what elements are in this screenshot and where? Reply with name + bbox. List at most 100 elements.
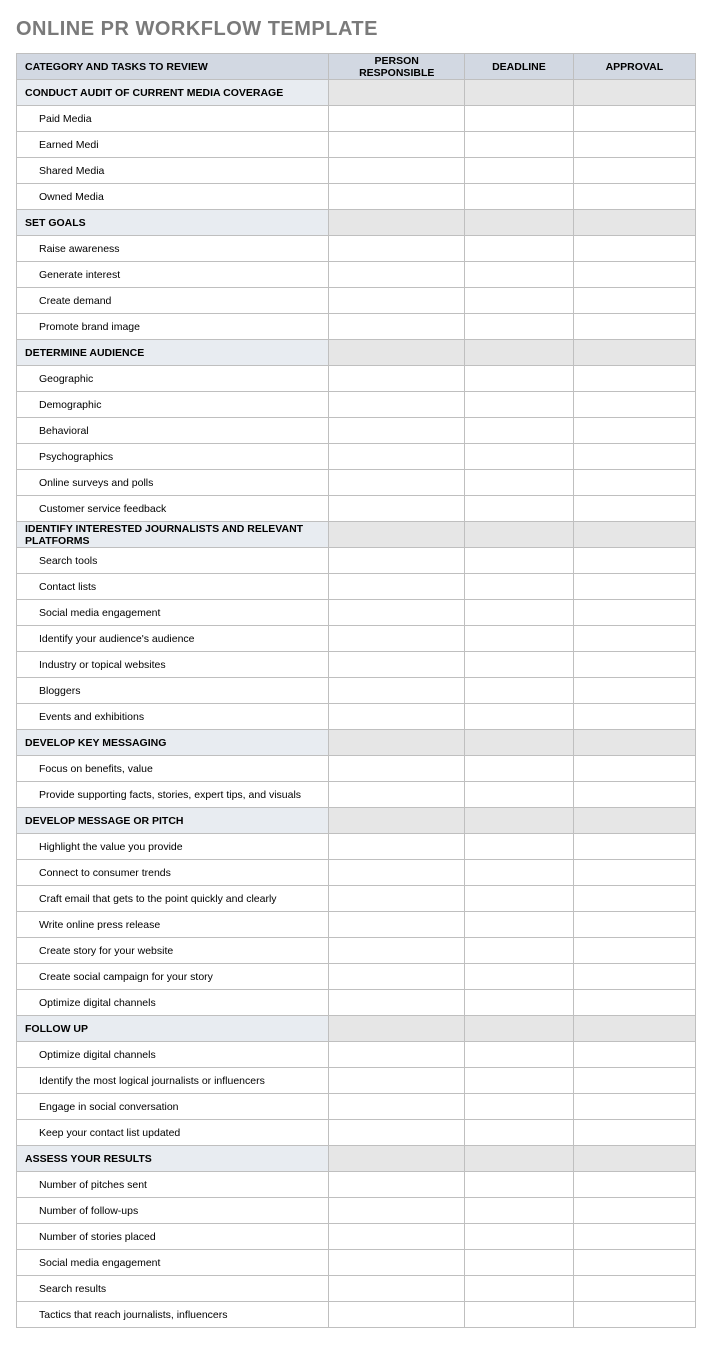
task-blank-cell[interactable] (465, 756, 574, 782)
task-blank-cell[interactable] (465, 938, 574, 964)
task-blank-cell[interactable] (329, 652, 465, 678)
task-blank-cell[interactable] (329, 964, 465, 990)
task-blank-cell[interactable] (573, 392, 695, 418)
task-blank-cell[interactable] (573, 964, 695, 990)
task-blank-cell[interactable] (329, 1068, 465, 1094)
task-blank-cell[interactable] (465, 574, 574, 600)
task-blank-cell[interactable] (465, 704, 574, 730)
task-blank-cell[interactable] (465, 912, 574, 938)
task-blank-cell[interactable] (329, 626, 465, 652)
task-blank-cell[interactable] (573, 1172, 695, 1198)
task-blank-cell[interactable] (573, 1224, 695, 1250)
task-blank-cell[interactable] (329, 366, 465, 392)
task-blank-cell[interactable] (573, 158, 695, 184)
task-blank-cell[interactable] (465, 184, 574, 210)
task-blank-cell[interactable] (573, 678, 695, 704)
task-blank-cell[interactable] (465, 1224, 574, 1250)
task-blank-cell[interactable] (573, 782, 695, 808)
task-blank-cell[interactable] (573, 626, 695, 652)
task-blank-cell[interactable] (329, 834, 465, 860)
task-blank-cell[interactable] (465, 626, 574, 652)
task-blank-cell[interactable] (465, 1276, 574, 1302)
task-blank-cell[interactable] (329, 990, 465, 1016)
task-blank-cell[interactable] (465, 1302, 574, 1328)
task-blank-cell[interactable] (465, 132, 574, 158)
task-blank-cell[interactable] (573, 990, 695, 1016)
task-blank-cell[interactable] (465, 158, 574, 184)
task-blank-cell[interactable] (329, 496, 465, 522)
task-blank-cell[interactable] (329, 1224, 465, 1250)
task-blank-cell[interactable] (573, 1042, 695, 1068)
task-blank-cell[interactable] (329, 106, 465, 132)
task-blank-cell[interactable] (329, 444, 465, 470)
task-blank-cell[interactable] (465, 834, 574, 860)
task-blank-cell[interactable] (573, 756, 695, 782)
task-blank-cell[interactable] (573, 704, 695, 730)
task-blank-cell[interactable] (465, 470, 574, 496)
task-blank-cell[interactable] (465, 782, 574, 808)
task-blank-cell[interactable] (329, 262, 465, 288)
task-blank-cell[interactable] (573, 600, 695, 626)
task-blank-cell[interactable] (465, 314, 574, 340)
task-blank-cell[interactable] (465, 860, 574, 886)
task-blank-cell[interactable] (329, 1250, 465, 1276)
task-blank-cell[interactable] (329, 236, 465, 262)
task-blank-cell[interactable] (573, 418, 695, 444)
task-blank-cell[interactable] (573, 366, 695, 392)
task-blank-cell[interactable] (465, 678, 574, 704)
task-blank-cell[interactable] (465, 1198, 574, 1224)
task-blank-cell[interactable] (573, 444, 695, 470)
task-blank-cell[interactable] (465, 1068, 574, 1094)
task-blank-cell[interactable] (573, 652, 695, 678)
task-blank-cell[interactable] (465, 262, 574, 288)
task-blank-cell[interactable] (329, 912, 465, 938)
task-blank-cell[interactable] (329, 600, 465, 626)
task-blank-cell[interactable] (465, 1042, 574, 1068)
task-blank-cell[interactable] (329, 418, 465, 444)
task-blank-cell[interactable] (329, 678, 465, 704)
task-blank-cell[interactable] (465, 106, 574, 132)
task-blank-cell[interactable] (465, 600, 574, 626)
task-blank-cell[interactable] (329, 288, 465, 314)
task-blank-cell[interactable] (573, 1302, 695, 1328)
task-blank-cell[interactable] (573, 106, 695, 132)
task-blank-cell[interactable] (465, 392, 574, 418)
task-blank-cell[interactable] (573, 262, 695, 288)
task-blank-cell[interactable] (573, 184, 695, 210)
task-blank-cell[interactable] (329, 314, 465, 340)
task-blank-cell[interactable] (465, 418, 574, 444)
task-blank-cell[interactable] (329, 1276, 465, 1302)
task-blank-cell[interactable] (329, 704, 465, 730)
task-blank-cell[interactable] (573, 1276, 695, 1302)
task-blank-cell[interactable] (573, 1250, 695, 1276)
task-blank-cell[interactable] (573, 912, 695, 938)
task-blank-cell[interactable] (573, 1120, 695, 1146)
task-blank-cell[interactable] (573, 496, 695, 522)
task-blank-cell[interactable] (329, 1172, 465, 1198)
task-blank-cell[interactable] (465, 444, 574, 470)
task-blank-cell[interactable] (465, 1120, 574, 1146)
task-blank-cell[interactable] (465, 496, 574, 522)
task-blank-cell[interactable] (329, 938, 465, 964)
task-blank-cell[interactable] (329, 860, 465, 886)
task-blank-cell[interactable] (573, 1198, 695, 1224)
task-blank-cell[interactable] (465, 288, 574, 314)
task-blank-cell[interactable] (329, 886, 465, 912)
task-blank-cell[interactable] (329, 392, 465, 418)
task-blank-cell[interactable] (465, 990, 574, 1016)
task-blank-cell[interactable] (329, 1094, 465, 1120)
task-blank-cell[interactable] (573, 886, 695, 912)
task-blank-cell[interactable] (329, 158, 465, 184)
task-blank-cell[interactable] (465, 1250, 574, 1276)
task-blank-cell[interactable] (329, 756, 465, 782)
task-blank-cell[interactable] (573, 548, 695, 574)
task-blank-cell[interactable] (329, 184, 465, 210)
task-blank-cell[interactable] (329, 1120, 465, 1146)
task-blank-cell[interactable] (573, 938, 695, 964)
task-blank-cell[interactable] (465, 1172, 574, 1198)
task-blank-cell[interactable] (465, 964, 574, 990)
task-blank-cell[interactable] (329, 574, 465, 600)
task-blank-cell[interactable] (329, 782, 465, 808)
task-blank-cell[interactable] (573, 236, 695, 262)
task-blank-cell[interactable] (465, 548, 574, 574)
